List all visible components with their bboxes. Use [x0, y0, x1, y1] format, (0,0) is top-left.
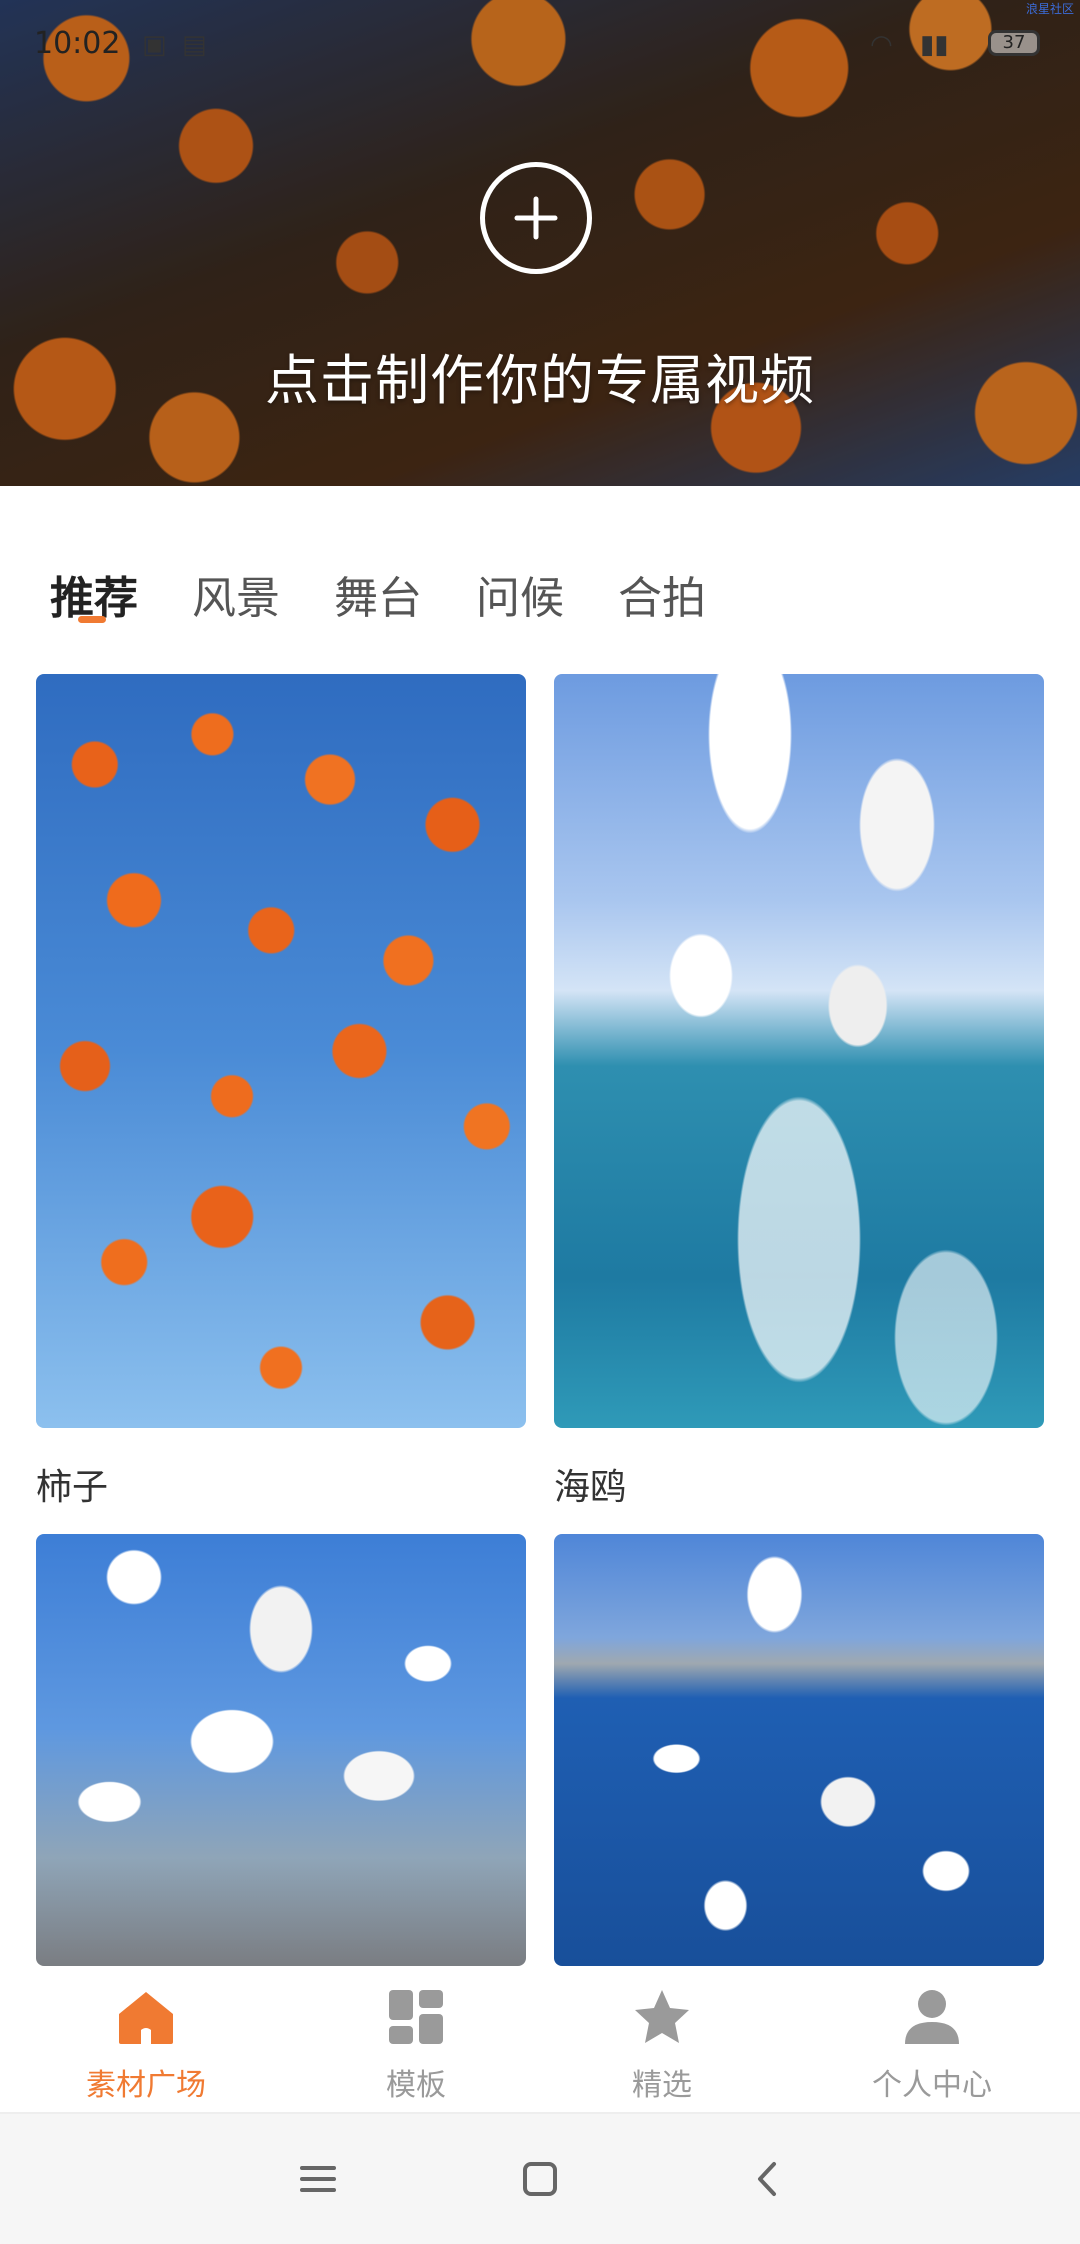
sim-icon: ▤	[182, 30, 207, 60]
tab-duet[interactable]: 合拍	[618, 562, 706, 626]
category-tabs: 推荐 风景 舞台 问候 合拍	[0, 540, 1080, 640]
tab-greeting[interactable]: 问候	[476, 562, 564, 626]
plus-icon	[514, 196, 558, 240]
notification-icon: ▣	[142, 30, 167, 60]
nav-profile[interactable]: 个人中心	[832, 1986, 1032, 2104]
nav-label: 精选	[632, 2068, 692, 2103]
battery-icon: 37	[988, 30, 1040, 56]
tab-stage[interactable]: 舞台	[334, 562, 422, 626]
nav-material-square[interactable]: 素材广场	[46, 1986, 246, 2104]
status-bar: 10:02 ▣ ▤ ◠ ▮▮ 37 浪星社区	[0, 0, 1080, 88]
star-icon	[635, 1990, 689, 2043]
create-video-button[interactable]	[480, 162, 592, 274]
signal-icon: ▮▮	[920, 30, 949, 60]
bottom-navigation: 素材广场 模板 精选 个人中心	[0, 1966, 1080, 2114]
nav-label: 素材广场	[86, 2068, 206, 2103]
nav-template[interactable]: 模板	[316, 1986, 516, 2104]
home-icon	[119, 1992, 173, 2044]
card-title[interactable]: 海鸥	[554, 1458, 626, 1510]
home-square-icon[interactable]	[510, 2154, 570, 2204]
grid-icon	[389, 1990, 443, 2044]
person-icon	[905, 1990, 959, 2044]
back-icon[interactable]	[738, 2154, 798, 2204]
nav-featured[interactable]: 精选	[562, 1986, 762, 2104]
active-tab-indicator	[78, 616, 106, 623]
card-title[interactable]: 柿子	[36, 1458, 108, 1510]
menu-icon[interactable]	[288, 2154, 348, 2204]
corner-watermark: 浪星社区	[1025, 2, 1074, 16]
hero-cta-text[interactable]: 点击制作你的专属视频	[0, 336, 1080, 415]
card-thumbnail[interactable]	[554, 1534, 1044, 1966]
card-seagull-thumbnail[interactable]	[554, 674, 1044, 1428]
tab-scenery[interactable]: 风景	[192, 562, 280, 626]
status-time: 10:02	[34, 26, 121, 61]
nav-label: 模板	[386, 2068, 446, 2103]
card-thumbnail[interactable]	[36, 1534, 526, 1966]
system-navigation-bar	[0, 2114, 1080, 2244]
card-persimmon-thumbnail[interactable]	[36, 674, 526, 1428]
wifi-icon: ◠	[870, 30, 893, 60]
nav-label: 个人中心	[872, 2068, 992, 2103]
